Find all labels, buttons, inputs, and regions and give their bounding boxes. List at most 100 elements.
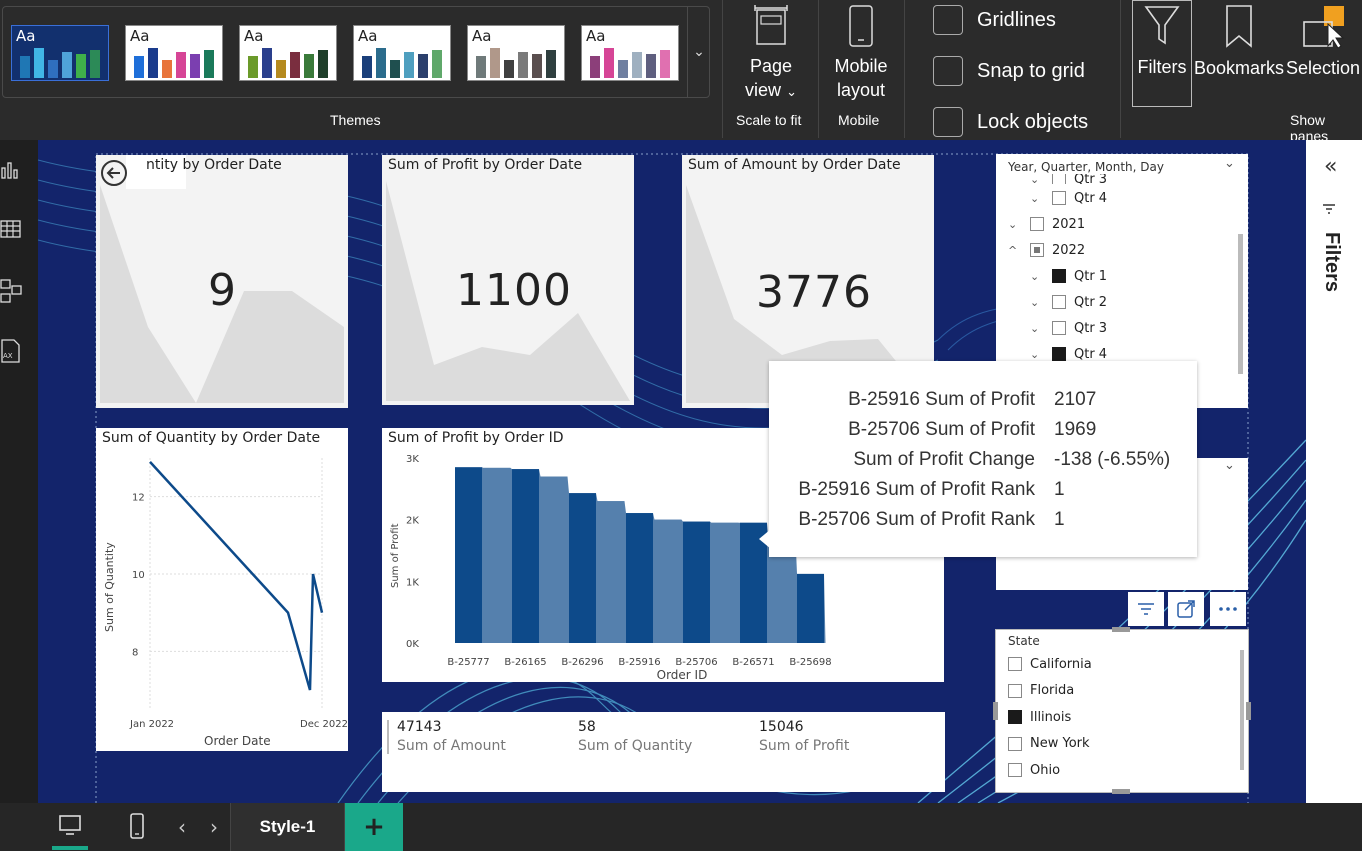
back-arrow-icon[interactable] — [100, 159, 128, 187]
bookmarks-pane-label: Bookmarks — [1194, 58, 1285, 78]
state-slicer-item[interactable]: Florida — [1008, 681, 1074, 701]
state-slicer[interactable]: State California Florida Illinois New York O… — [993, 627, 1251, 794]
date-slicer-row[interactable]: ⌄ 2021 — [1008, 214, 1085, 234]
summary-multirow-card[interactable]: 47143 Sum of Amount 58 Sum of Quantity 15046… — [382, 712, 945, 792]
date-slicer-row[interactable]: ⌄ Qtr 3 — [1030, 318, 1107, 338]
theme-thumbnail-5[interactable]: Aa — [467, 25, 565, 81]
theme-swatch-bar — [432, 50, 442, 78]
bookmark-icon — [1226, 5, 1252, 48]
state-checkbox[interactable] — [1008, 763, 1022, 777]
expand-chevron-icon[interactable]: ⌄ — [1030, 348, 1042, 361]
focus-mode-button[interactable] — [1168, 592, 1204, 626]
model-view-icon[interactable] — [0, 278, 22, 304]
tooltip-label: B-25916 Sum of Profit Rank — [798, 479, 1035, 500]
page-view-button[interactable]: Page view ⌄ — [730, 4, 812, 104]
profit-card[interactable]: Sum of Profit by Order Date 1100 — [382, 155, 634, 405]
page-view-icon — [754, 5, 788, 45]
theme-thumbnail-1[interactable]: Aa — [11, 25, 109, 81]
expand-chevron-icon[interactable]: ⌄ — [1030, 296, 1042, 309]
date-slicer-checkbox[interactable] — [1030, 217, 1044, 231]
snap-to-grid-toggle[interactable]: Snap to grid — [933, 55, 1085, 87]
expand-chevron-icon[interactable]: ⌄ — [1030, 192, 1042, 205]
profit-bar — [455, 467, 482, 643]
theme-swatch-bar — [62, 52, 72, 78]
selection-pane-button[interactable]: Selection — [1284, 0, 1362, 107]
gridlines-checkbox[interactable] — [933, 5, 963, 35]
resize-handle-bottom[interactable] — [1112, 789, 1130, 794]
profit-bar — [797, 573, 824, 643]
expand-chevron-icon[interactable]: ^ — [1008, 244, 1020, 257]
theme-thumbnail-4[interactable]: Aa — [353, 25, 451, 81]
state-label: New York — [1030, 736, 1090, 751]
expand-chevron-icon[interactable]: ⌄ — [1030, 270, 1042, 283]
table-view-icon[interactable] — [0, 218, 22, 240]
dax-query-icon[interactable]: AX — [0, 338, 22, 364]
state-slicer-item[interactable]: Illinois — [1008, 707, 1071, 727]
state-checkbox[interactable] — [1008, 657, 1022, 671]
page-tab-style-1[interactable]: Style-1 — [230, 803, 345, 851]
filters-pane-title[interactable]: Filters — [1320, 232, 1343, 292]
more-options-button[interactable] — [1210, 592, 1246, 626]
filter-small-icon — [1323, 204, 1335, 214]
date-slicer-checkbox[interactable] — [1052, 347, 1066, 361]
date-slicer-row[interactable]: ^ 2022 — [1008, 240, 1085, 260]
date-slicer-scrollbar[interactable] — [1238, 234, 1243, 374]
state-checkbox[interactable] — [1008, 710, 1022, 724]
theme-thumbnail-6[interactable]: Aa — [581, 25, 679, 81]
date-slicer-row[interactable]: ⌄ Qtr 4 — [1030, 188, 1107, 208]
snap-to-grid-checkbox[interactable] — [933, 56, 963, 86]
filter-visual-button[interactable] — [1128, 592, 1164, 626]
filters-pane-button[interactable]: Filters — [1132, 0, 1192, 107]
profit-bar — [683, 521, 710, 643]
amount-card-value: 3776 — [756, 267, 872, 318]
theme-thumbnail-3[interactable]: Aa — [239, 25, 337, 81]
summary-value: 47143 — [397, 719, 442, 735]
expand-filters-icon[interactable]: « — [1324, 154, 1337, 179]
theme-thumbnail-2[interactable]: Aa — [125, 25, 223, 81]
profit-bar — [483, 467, 511, 643]
date-slicer-row[interactable]: ⌄ Qtr 1 — [1030, 266, 1107, 286]
date-slicer-checkbox[interactable] — [1030, 243, 1044, 257]
gridlines-label: Gridlines — [977, 8, 1056, 31]
profit-bar — [512, 469, 539, 643]
state-slicer-scrollbar[interactable] — [1240, 650, 1244, 770]
bar-x-tick: B-25698 — [789, 657, 831, 668]
report-view-icon[interactable] — [0, 158, 22, 180]
expand-chevron-icon[interactable]: ⌄ — [1008, 218, 1020, 231]
date-slicer-checkbox[interactable] — [1052, 174, 1066, 184]
theme-aa-label: Aa — [358, 27, 378, 45]
resize-handle-left[interactable] — [993, 702, 998, 720]
date-slicer-checkbox[interactable] — [1052, 295, 1066, 309]
state-slicer-item[interactable]: California — [1008, 654, 1092, 674]
lock-objects-toggle[interactable]: Lock objects — [933, 106, 1088, 138]
next-page-icon[interactable]: › — [210, 815, 218, 839]
date-slicer-checkbox[interactable] — [1052, 269, 1066, 283]
resize-handle-top[interactable] — [1112, 627, 1130, 632]
state-slicer-item[interactable]: New York — [1008, 734, 1090, 754]
state-checkbox[interactable] — [1008, 683, 1022, 698]
quantity-card[interactable]: ntity by Order Date 9 — [96, 155, 348, 408]
mobile-layout-button[interactable]: Mobile layout — [822, 4, 900, 104]
tooltip-row: B-25706 Sum of Profit 1969 — [769, 419, 1197, 449]
date-slicer-row[interactable]: ⌄ Qtr 3 — [1030, 174, 1107, 184]
date-slicer-collapse-icon[interactable]: ⌄ — [1224, 156, 1235, 171]
mobile-view-icon[interactable] — [128, 813, 146, 839]
date-slicer-checkbox[interactable] — [1052, 321, 1066, 335]
quantity-line-chart[interactable]: Sum of Quantity by Order Date 8 10 12 Jan 2… — [96, 428, 348, 751]
tooltip-row: Sum of Profit Change -138 (-6.55%) — [769, 449, 1197, 479]
bookmarks-pane-button[interactable]: Bookmarks — [1194, 0, 1284, 107]
secondary-slicer-chevron-icon[interactable]: ⌄ — [1224, 458, 1235, 473]
date-slicer-checkbox[interactable] — [1052, 191, 1066, 205]
add-page-button[interactable]: + — [345, 803, 403, 851]
themes-more-chevron[interactable]: ⌄ — [687, 7, 710, 97]
state-slicer-item[interactable]: Ohio — [1008, 760, 1060, 780]
gridlines-toggle[interactable]: Gridlines — [933, 4, 1056, 36]
date-slicer-row[interactable]: ⌄ Qtr 2 — [1030, 292, 1107, 312]
resize-handle-right[interactable] — [1246, 702, 1251, 720]
previous-page-icon[interactable]: ‹ — [178, 815, 186, 839]
desktop-view-button[interactable] — [52, 803, 88, 851]
state-checkbox[interactable] — [1008, 736, 1022, 751]
expand-chevron-icon[interactable]: ⌄ — [1030, 322, 1042, 335]
lock-objects-checkbox[interactable] — [933, 107, 963, 137]
expand-chevron-icon[interactable]: ⌄ — [1030, 174, 1042, 184]
